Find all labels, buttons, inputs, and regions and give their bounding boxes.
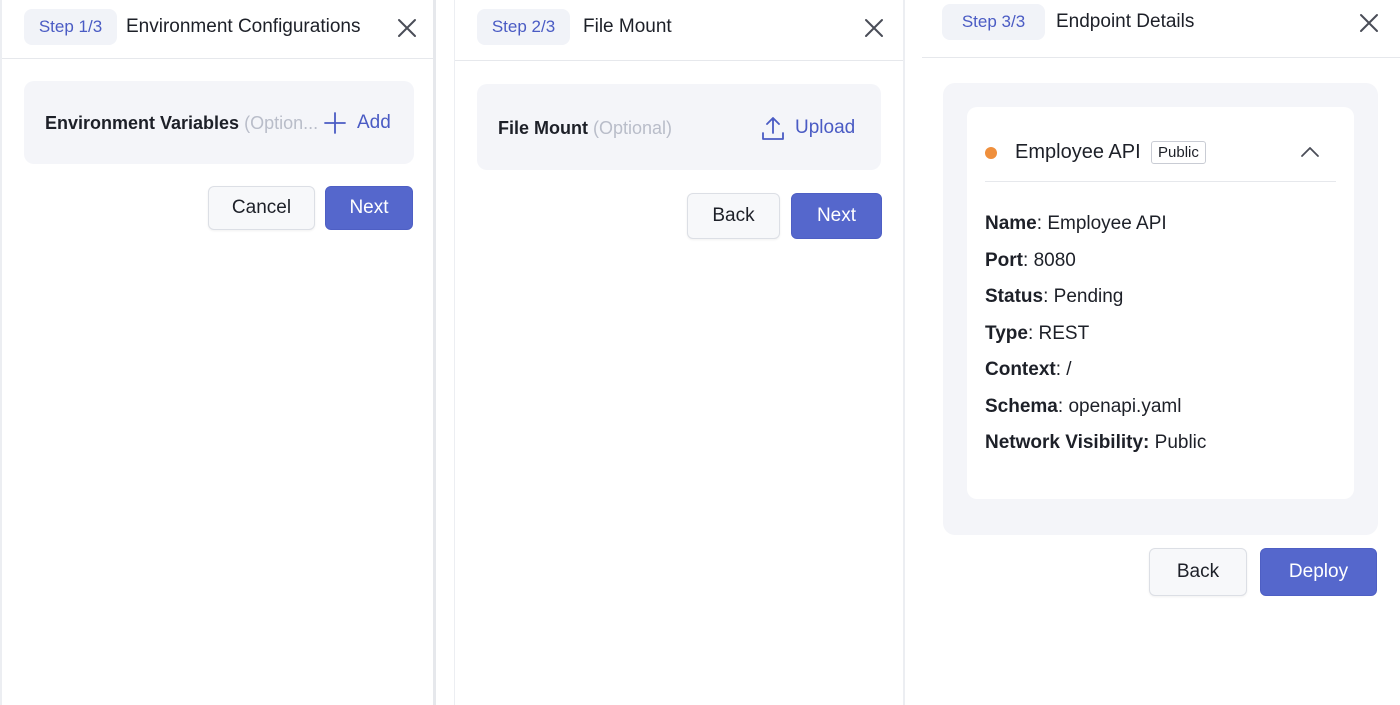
- close-icon[interactable]: [863, 17, 885, 39]
- field-optional-hint: (Optional): [593, 118, 673, 138]
- step-3-panel: Step 3/3 Endpoint Details Employee API P…: [922, 0, 1400, 705]
- step-2-panel: Step 2/3 File Mount File Mount (Optional…: [454, 0, 905, 705]
- detail-row-name: Name: Employee API: [985, 211, 1206, 248]
- add-button[interactable]: Add: [323, 111, 391, 135]
- close-icon[interactable]: [1358, 12, 1380, 34]
- panel-header: Step 3/3 Endpoint Details: [922, 0, 1400, 58]
- step-1-panel: Step 1/3 Environment Configurations Envi…: [0, 0, 436, 705]
- panel-header: Step 1/3 Environment Configurations: [2, 0, 433, 59]
- visibility-badge: Public: [1151, 141, 1206, 164]
- file-mount-field: File Mount (Optional) Upload: [477, 84, 881, 170]
- panel-title: Environment Configurations: [126, 16, 361, 37]
- chevron-up-icon[interactable]: [1300, 145, 1320, 159]
- panel-header: Step 2/3 File Mount: [455, 0, 903, 61]
- detail-row-network-visibility: Network Visibility: Public: [985, 430, 1206, 467]
- next-button[interactable]: Next: [325, 186, 413, 230]
- detail-value: Pending: [1053, 286, 1124, 307]
- field-optional-hint: (Option...: [244, 113, 319, 133]
- endpoint-name: Employee API: [1015, 141, 1141, 163]
- plus-icon: [324, 112, 346, 134]
- endpoint-card: Employee API Public Name: Employee API P…: [967, 107, 1354, 499]
- detail-value: REST: [1038, 322, 1090, 344]
- field-label-text: File Mount: [498, 118, 588, 138]
- detail-row-port: Port: 8080: [985, 248, 1206, 285]
- cancel-button[interactable]: Cancel: [208, 186, 315, 230]
- step-indicator: Step 2/3: [477, 9, 570, 45]
- endpoint-card-header[interactable]: Employee API Public: [985, 107, 1336, 182]
- detail-separator: :: [1055, 359, 1067, 380]
- detail-value: /: [1066, 359, 1072, 380]
- detail-row-status: Status: Pending: [985, 284, 1206, 321]
- deploy-button[interactable]: Deploy: [1260, 548, 1377, 596]
- detail-key: Name: [985, 213, 1037, 234]
- back-button[interactable]: Back: [1149, 548, 1247, 596]
- back-button[interactable]: Back: [687, 193, 780, 239]
- field-label: Environment Variables (Option...: [45, 113, 318, 134]
- detail-key: Port: [985, 249, 1023, 271]
- step-indicator: Step 3/3: [942, 4, 1045, 40]
- detail-separator: :: [1057, 395, 1069, 417]
- endpoint-container: Employee API Public Name: Employee API P…: [943, 83, 1378, 535]
- environment-variables-field: Environment Variables (Option... Add: [24, 81, 414, 164]
- step-indicator: Step 1/3: [24, 9, 117, 45]
- add-label: Add: [357, 112, 391, 133]
- detail-value: 8080: [1033, 249, 1076, 271]
- detail-separator: :: [1036, 213, 1048, 234]
- upload-icon: [762, 117, 784, 140]
- detail-separator: :: [1043, 286, 1054, 307]
- panel-title: Endpoint Details: [1056, 11, 1195, 32]
- detail-row-schema: Schema: openapi.yaml: [985, 394, 1206, 431]
- upload-button[interactable]: Upload: [761, 115, 855, 141]
- close-icon[interactable]: [396, 17, 418, 39]
- upload-label: Upload: [795, 117, 856, 138]
- next-button[interactable]: Next: [791, 193, 882, 239]
- detail-value: Public: [1154, 432, 1207, 453]
- detail-row-context: Context: /: [985, 357, 1206, 394]
- detail-key: Status: [985, 286, 1044, 307]
- detail-separator: :: [1023, 249, 1034, 271]
- detail-key: Network Visibility:: [985, 432, 1150, 453]
- status-dot: [985, 147, 997, 159]
- detail-key: Type: [985, 322, 1028, 344]
- detail-row-type: Type: REST: [985, 321, 1206, 358]
- field-label-text: Environment Variables: [45, 113, 240, 133]
- endpoint-details: Name: Employee API Port: 8080 Status: Pe…: [985, 211, 1206, 467]
- detail-value: Employee API: [1047, 213, 1167, 234]
- panel-title: File Mount: [583, 16, 672, 37]
- detail-key: Schema: [985, 395, 1058, 417]
- detail-separator: :: [1027, 322, 1039, 344]
- detail-key: Context: [985, 359, 1056, 380]
- field-label: File Mount (Optional): [498, 118, 672, 139]
- detail-value: openapi.yaml: [1068, 395, 1182, 417]
